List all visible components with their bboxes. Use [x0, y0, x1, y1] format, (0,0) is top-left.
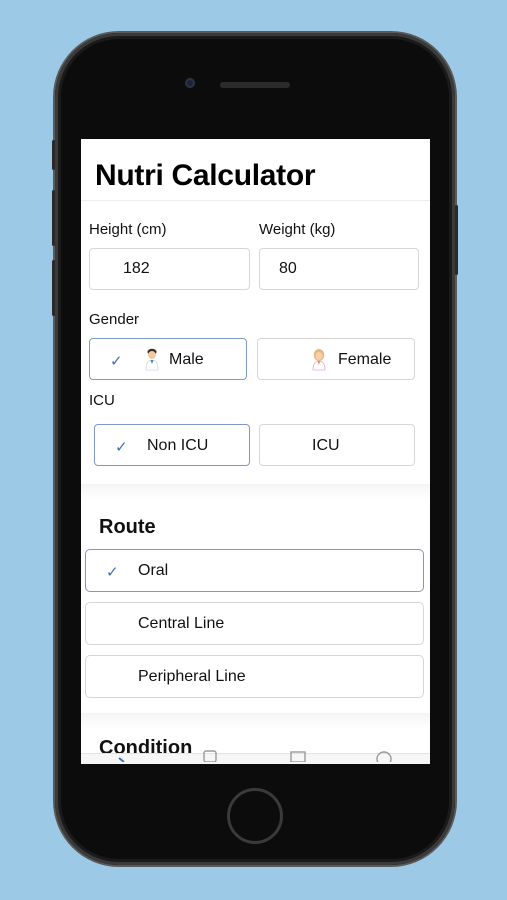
check-icon: ✓ [110, 353, 123, 370]
route-option-oral[interactable]: ✓ Oral [85, 549, 424, 592]
route-option-peripheral-line[interactable]: Peripheral Line [85, 655, 424, 698]
height-field[interactable]: 182 [89, 248, 250, 290]
power-button [455, 205, 458, 275]
app-screen: Nutri Calculator Height (cm) Weight (kg)… [81, 139, 430, 764]
volume-up-button [52, 190, 55, 246]
weight-field[interactable]: 80 [259, 248, 419, 290]
gender-label: Gender [89, 311, 140, 328]
icu-option-icu[interactable]: ICU [259, 424, 415, 466]
gender-option-female[interactable]: Female [257, 338, 415, 380]
page-title: Nutri Calculator [95, 159, 316, 192]
female-doctor-icon [312, 349, 326, 371]
book-icon[interactable] [289, 748, 307, 762]
non-icu-label: Non ICU [147, 437, 209, 454]
gender-male-label: Male [169, 351, 204, 368]
route-title: Route [99, 516, 156, 538]
male-doctor-icon [145, 348, 159, 371]
gender-option-male[interactable]: ✓ Male [89, 338, 247, 380]
divider [81, 200, 430, 201]
mute-switch [52, 140, 55, 170]
clipboard-icon[interactable] [201, 748, 219, 762]
height-label: Height (cm) [89, 221, 167, 238]
route-option-central-line[interactable]: Central Line [85, 602, 424, 645]
info-icon[interactable] [375, 748, 393, 762]
home-button[interactable] [227, 788, 283, 844]
weight-value: 80 [279, 260, 297, 277]
check-icon: ✓ [106, 564, 119, 581]
camera-icon [185, 78, 195, 88]
icu-option-label: ICU [312, 437, 340, 454]
speaker-grille [220, 82, 290, 88]
route-oral-label: Oral [138, 562, 169, 579]
weight-label: Weight (kg) [259, 221, 336, 238]
calculator-icon[interactable] [116, 748, 134, 762]
route-central-label: Central Line [138, 615, 225, 632]
tab-bar [81, 750, 430, 764]
section-separator [81, 713, 430, 729]
icu-label: ICU [89, 392, 115, 409]
icu-option-non-icu[interactable]: ✓ Non ICU [94, 424, 250, 466]
gender-female-label: Female [338, 351, 392, 368]
route-peripheral-label: Peripheral Line [138, 668, 246, 685]
check-icon: ✓ [115, 439, 128, 456]
section-separator [81, 484, 430, 500]
height-value: 182 [123, 260, 150, 277]
volume-down-button [52, 260, 55, 316]
